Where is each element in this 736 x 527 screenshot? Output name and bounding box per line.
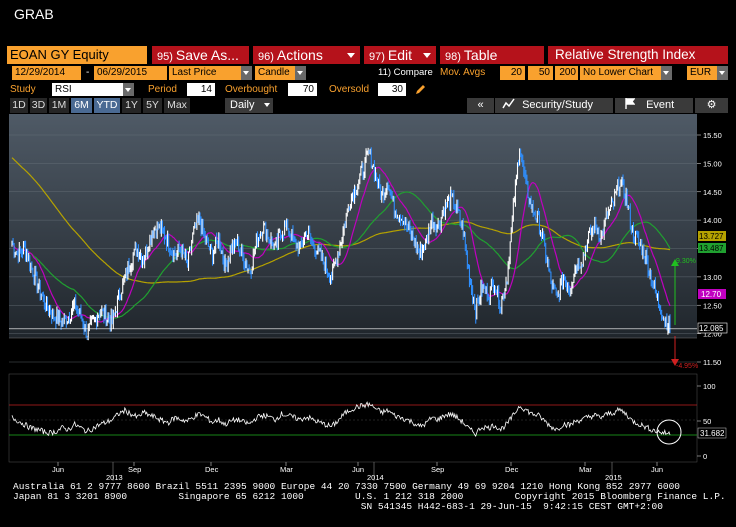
save-as-number: 95) (157, 51, 173, 63)
period-field[interactable]: 14 (187, 83, 215, 96)
price-tick-label: 14.00 (703, 216, 722, 225)
date-label: Sep (431, 465, 444, 474)
ticker-field[interactable]: EOAN GY Equity (7, 46, 147, 64)
overbought-field[interactable]: 70 (288, 83, 317, 96)
chart-style-value: Candle (258, 67, 290, 78)
overbought-label: Overbought (225, 84, 278, 95)
mov-avgs-label: Mov. Avgs (440, 67, 486, 78)
range-tab-1d[interactable]: 1D (10, 98, 28, 113)
date-label: Sep (128, 465, 141, 474)
actions-label: Actions (276, 47, 323, 63)
ma20-value: 12.70 (701, 290, 722, 299)
down-pct-label: -4.95% (676, 363, 698, 370)
range-tab-3d[interactable]: 3D (30, 98, 47, 113)
edit-number: 97) (369, 51, 385, 63)
table-label: Table (463, 47, 498, 63)
price-tick-label: 15.50 (703, 131, 722, 140)
oversold-label: Oversold (329, 84, 370, 95)
price-tick-label: 14.50 (703, 188, 722, 197)
frequency-value: Daily (230, 99, 255, 111)
security-study-button[interactable]: Security/Study (495, 98, 613, 113)
rsi-tick-label: 0 (703, 452, 707, 461)
chevron-down-icon (423, 53, 431, 58)
date-label: Mar (280, 465, 293, 474)
flag-icon (625, 98, 636, 109)
event-button[interactable]: Event (615, 98, 693, 113)
chevron-down-icon (295, 66, 306, 80)
chevron-down-icon (347, 53, 355, 58)
study-title: Relative Strength Index (548, 46, 728, 64)
rsi-tick-label: 100 (703, 382, 716, 391)
end-date-field[interactable]: 06/29/2015 (94, 66, 167, 80)
window-title: GRAB (14, 6, 54, 22)
price-tick-label: 13.00 (703, 273, 722, 282)
range-tab-1y[interactable]: 1Y (122, 98, 141, 113)
up-pct-label: 9.30% (676, 258, 696, 265)
event-label: Event (646, 99, 675, 111)
compare-label[interactable]: 11) Compare (375, 66, 437, 80)
table-button[interactable]: 98) Table (440, 46, 544, 64)
chevron-down-icon (717, 66, 728, 80)
table-number: 98) (445, 51, 461, 63)
price-tick-label: 11.50 (703, 358, 721, 367)
security-study-label: Security/Study (522, 99, 593, 111)
period-label: Period (148, 84, 177, 95)
frequency-select[interactable]: Daily (225, 98, 273, 113)
study-label: Study (10, 84, 36, 95)
chevron-down-icon (661, 66, 672, 80)
start-date-field[interactable]: 12/29/2014 (12, 66, 81, 80)
footer-contacts: Australia 61 2 9777 8600 Brazil 5511 239… (13, 481, 726, 512)
settings-button[interactable]: ⚙ (695, 98, 728, 113)
price-tick-label: 12.50 (703, 301, 722, 310)
study-value: RSI (55, 84, 72, 95)
oversold-field[interactable]: 30 (378, 83, 406, 96)
date-label: Dec (505, 465, 519, 474)
ma3-field[interactable]: 200 (555, 66, 578, 80)
ma200-value: 13.727 (699, 232, 724, 241)
chart-style-select[interactable]: Candle (255, 66, 306, 80)
rsi-panel (8, 373, 698, 463)
range-tab-5y[interactable]: 5Y (143, 98, 162, 113)
currency-select[interactable]: EUR (687, 66, 728, 80)
rsi-tick-label: 50 (703, 417, 711, 426)
rsi-axis: 100 50 0 (697, 382, 716, 461)
chevron-down-icon (241, 66, 252, 80)
range-tab-max[interactable]: Max (164, 98, 190, 113)
price-field-value: Last Price (172, 67, 217, 78)
last-value: 12.085 (699, 324, 724, 333)
range-tab-ytd[interactable]: YTD (94, 98, 120, 113)
actions-button[interactable]: 96) Actions (253, 46, 360, 64)
date-separator: - (86, 67, 90, 78)
price-tick-label: 15.00 (703, 159, 722, 168)
chevron-down-icon (262, 98, 273, 113)
ma2-field[interactable]: 50 (528, 66, 553, 80)
price-field-select[interactable]: Last Price (169, 66, 252, 80)
gear-icon: ⚙ (706, 99, 717, 111)
price-chart[interactable]: 15.5015.0014.5014.0013.5013.0012.5012.00… (0, 114, 736, 482)
chevron-down-icon (123, 83, 134, 96)
pencil-icon[interactable] (414, 83, 426, 96)
save-as-label: Save As... (175, 47, 239, 63)
date-label: Jun (352, 465, 364, 474)
chart-icon (502, 98, 515, 109)
date-label: Mar (579, 465, 592, 474)
date-axis: Jun Sep Dec Mar Jun Sep Dec Mar Jun2013 2014 2015 (52, 462, 663, 482)
rsi-value: 31.682 (700, 429, 725, 438)
date-label: Jun (651, 465, 663, 474)
ma1-field[interactable]: 20 (500, 66, 525, 80)
range-tab-1m[interactable]: 1M (49, 98, 69, 113)
lower-chart-value: No Lower Chart (583, 67, 654, 78)
actions-number: 96) (258, 51, 274, 63)
study-select[interactable]: RSI (52, 83, 134, 96)
date-label: Dec (205, 465, 219, 474)
date-label: Jun (52, 465, 64, 474)
range-tab-6m[interactable]: 6M (71, 98, 92, 113)
save-as-button[interactable]: 95) Save As... (152, 46, 249, 64)
collapse-button[interactable]: « (467, 98, 494, 113)
lower-chart-select[interactable]: No Lower Chart (580, 66, 672, 80)
ma50-value: 13.487 (699, 244, 724, 253)
edit-label: Edit (387, 47, 413, 63)
currency-value: EUR (690, 67, 712, 78)
edit-button[interactable]: 97) Edit (364, 46, 436, 64)
